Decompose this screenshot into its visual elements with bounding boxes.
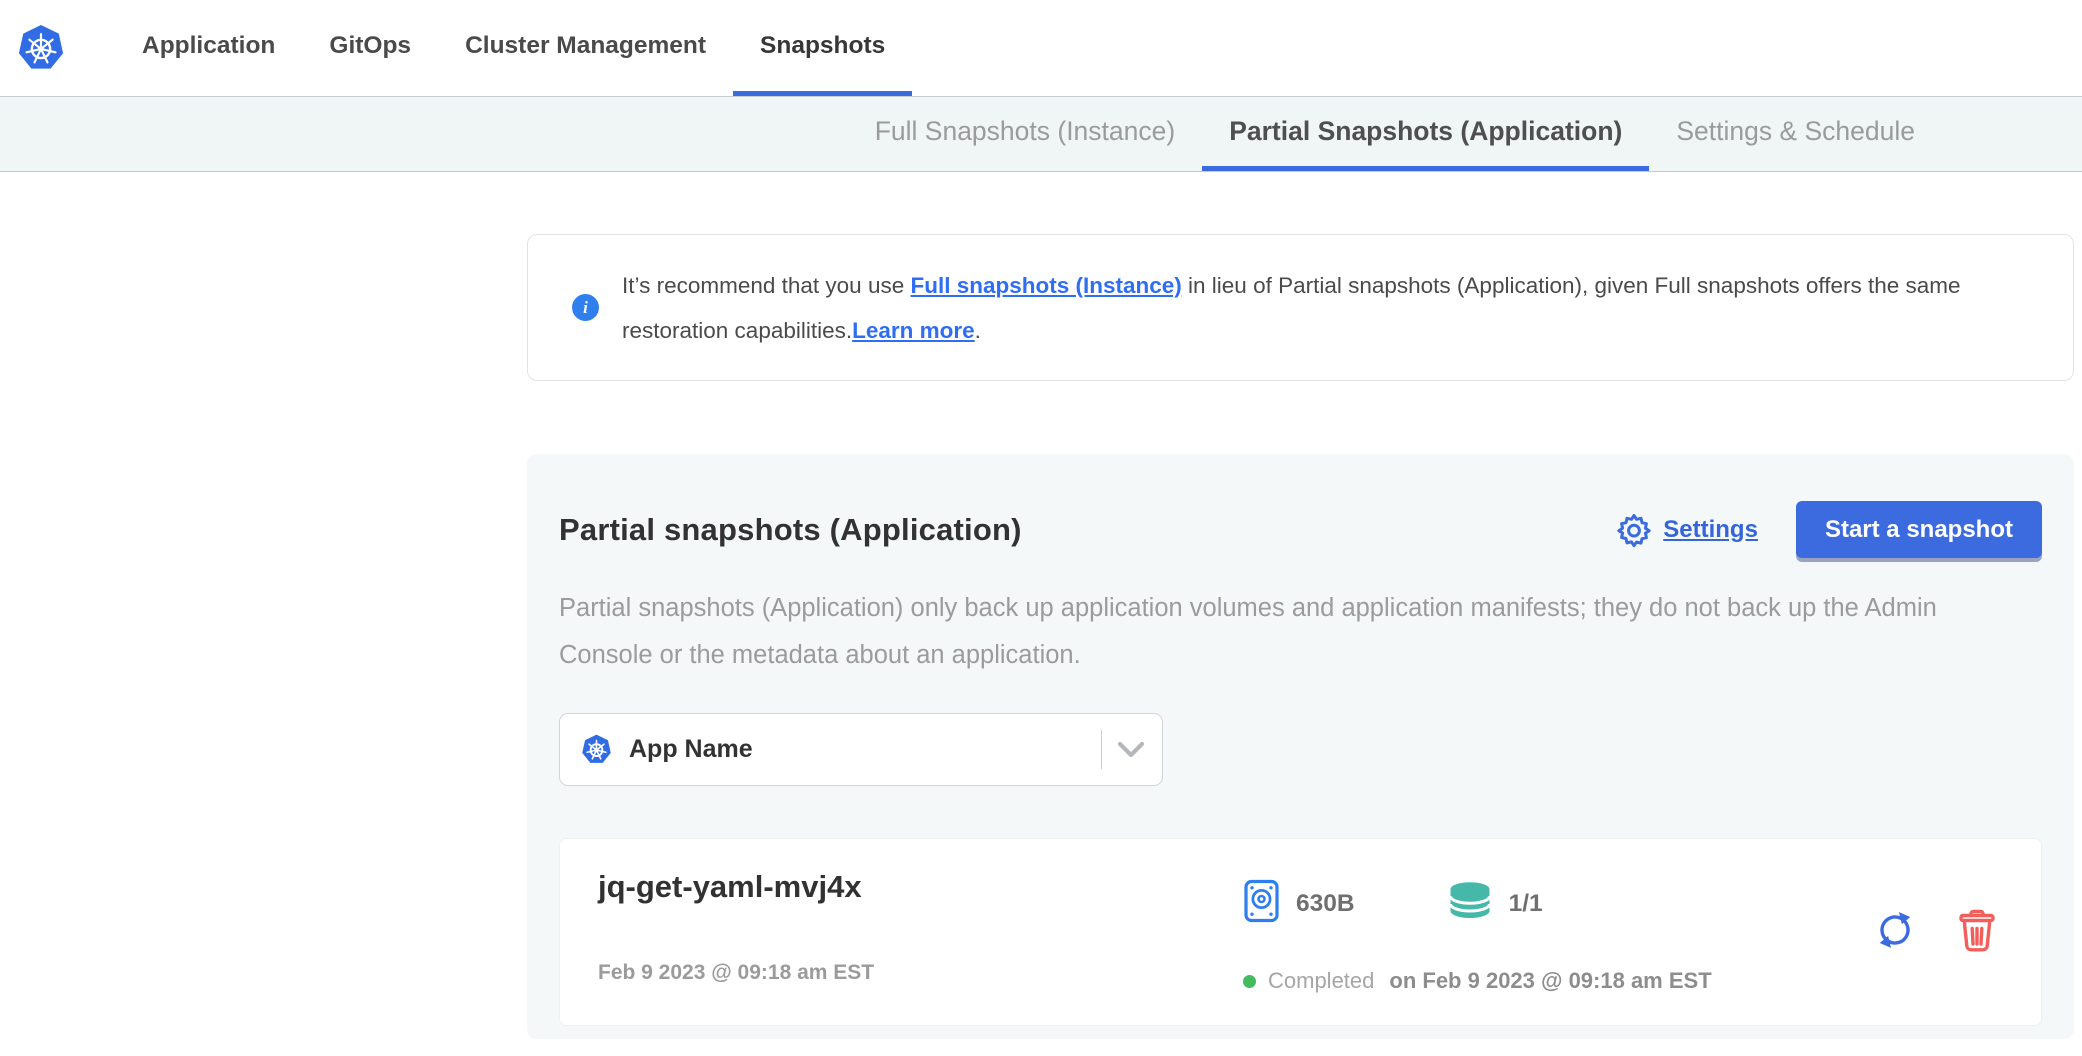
panel-description: Partial snapshots (Application) only bac… bbox=[559, 585, 2021, 679]
top-nav: Application GitOps Cluster Management Sn… bbox=[0, 0, 2082, 97]
screen: Application GitOps Cluster Management Sn… bbox=[0, 0, 2082, 1056]
panel-header: Partial snapshots (Application) Settings… bbox=[559, 501, 2042, 558]
top-nav-items: Application GitOps Cluster Management Sn… bbox=[115, 0, 912, 96]
snapshot-created-date: Feb 9 2023 @ 09:18 am EST bbox=[598, 961, 1243, 985]
nav-cluster-management[interactable]: Cluster Management bbox=[438, 0, 733, 96]
panel-title: Partial snapshots (Application) bbox=[559, 512, 1616, 548]
info-icon: i bbox=[572, 294, 599, 321]
snapshot-volume-count: 1/1 bbox=[1509, 890, 1543, 918]
app-name-select[interactable]: App Name bbox=[559, 713, 1163, 786]
settings-link[interactable]: Settings bbox=[1616, 512, 1758, 548]
nav-snapshots[interactable]: Snapshots bbox=[733, 0, 912, 96]
start-snapshot-button[interactable]: Start a snapshot bbox=[1796, 501, 2042, 558]
snapshot-volumes-stat: 1/1 bbox=[1447, 881, 1543, 926]
snapshot-stats: 630B 1/1 bbox=[1243, 839, 1712, 1025]
delete-icon[interactable] bbox=[1957, 907, 1997, 958]
snapshot-status: Completed bbox=[1268, 968, 1374, 994]
snapshot-name: jq-get-yaml-mvj4x bbox=[598, 869, 1243, 905]
restore-icon[interactable] bbox=[1873, 908, 1917, 957]
partial-snapshots-panel: Partial snapshots (Application) Settings… bbox=[527, 454, 2074, 1039]
full-snapshots-link[interactable]: Full snapshots (Instance) bbox=[910, 273, 1181, 298]
snapshot-finished: on Feb 9 2023 @ 09:18 am EST bbox=[1389, 968, 1711, 994]
app-select-value: App Name bbox=[629, 735, 1101, 764]
snapshot-actions bbox=[1873, 907, 1997, 958]
snapshots-subnav: Full Snapshots (Instance) Partial Snapsh… bbox=[0, 97, 2082, 172]
gear-icon bbox=[1616, 512, 1652, 548]
tab-settings-schedule[interactable]: Settings & Schedule bbox=[1649, 97, 1942, 171]
kubernetes-logo-icon bbox=[17, 24, 65, 72]
snapshot-size: 630B bbox=[1296, 890, 1355, 918]
select-divider bbox=[1101, 730, 1102, 769]
disk-icon bbox=[1243, 879, 1280, 928]
database-icon bbox=[1447, 881, 1493, 926]
chevron-down-icon bbox=[1116, 739, 1146, 761]
nav-application[interactable]: Application bbox=[115, 0, 302, 96]
banner-text-part: It’s recommend that you use bbox=[622, 273, 910, 298]
nav-gitops[interactable]: GitOps bbox=[302, 0, 438, 96]
snapshot-size-stat: 630B bbox=[1243, 879, 1355, 928]
app-icon bbox=[581, 734, 612, 765]
snapshot-info: jq-get-yaml-mvj4x Feb 9 2023 @ 09:18 am … bbox=[598, 839, 1243, 1025]
status-dot bbox=[1243, 975, 1256, 988]
learn-more-link[interactable]: Learn more bbox=[852, 318, 975, 343]
banner-text: It’s recommend that you use Full snapsho… bbox=[622, 263, 2039, 353]
info-banner: i It’s recommend that you use Full snaps… bbox=[527, 234, 2074, 381]
tab-full-snapshots[interactable]: Full Snapshots (Instance) bbox=[848, 97, 1202, 171]
banner-text-part: . bbox=[975, 318, 981, 343]
main-content: i It’s recommend that you use Full snaps… bbox=[527, 234, 2074, 1039]
snapshot-status-row: Completed on Feb 9 2023 @ 09:18 am EST bbox=[1243, 968, 1712, 994]
settings-label[interactable]: Settings bbox=[1663, 516, 1758, 544]
snapshot-row: jq-get-yaml-mvj4x Feb 9 2023 @ 09:18 am … bbox=[559, 838, 2042, 1026]
tab-partial-snapshots[interactable]: Partial Snapshots (Application) bbox=[1202, 97, 1649, 171]
